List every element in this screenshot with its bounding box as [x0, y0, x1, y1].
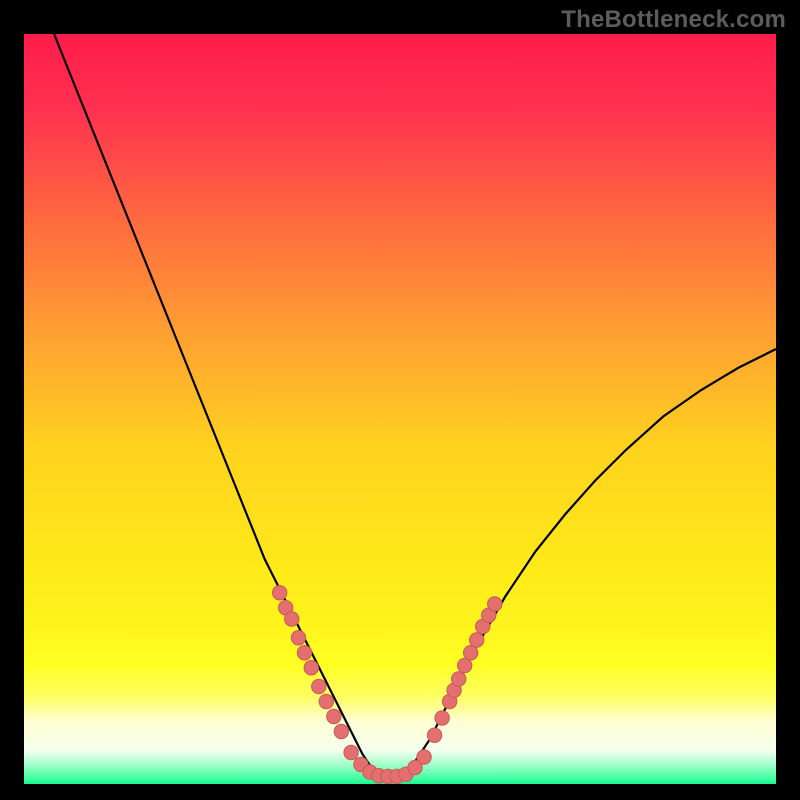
data-dot: [463, 646, 477, 660]
data-dot: [272, 586, 286, 600]
data-dot: [319, 694, 333, 708]
data-dot: [334, 724, 348, 738]
chart-frame: TheBottleneck.com: [0, 0, 800, 800]
gradient-background: [24, 34, 776, 784]
data-dot: [417, 750, 431, 764]
data-dot: [457, 658, 471, 672]
data-dot: [285, 612, 299, 626]
data-dot: [488, 597, 502, 611]
data-dot: [327, 709, 341, 723]
plot-area: [24, 34, 776, 784]
data-dot: [435, 711, 449, 725]
data-dot: [312, 679, 326, 693]
watermark-text: TheBottleneck.com: [561, 6, 786, 34]
data-dot: [297, 646, 311, 660]
data-dot: [304, 661, 318, 675]
data-dot: [451, 672, 465, 686]
data-dot: [470, 633, 484, 647]
data-dot: [344, 745, 358, 759]
data-dot: [291, 631, 305, 645]
data-dot: [427, 728, 441, 742]
chart-svg: [24, 34, 776, 784]
